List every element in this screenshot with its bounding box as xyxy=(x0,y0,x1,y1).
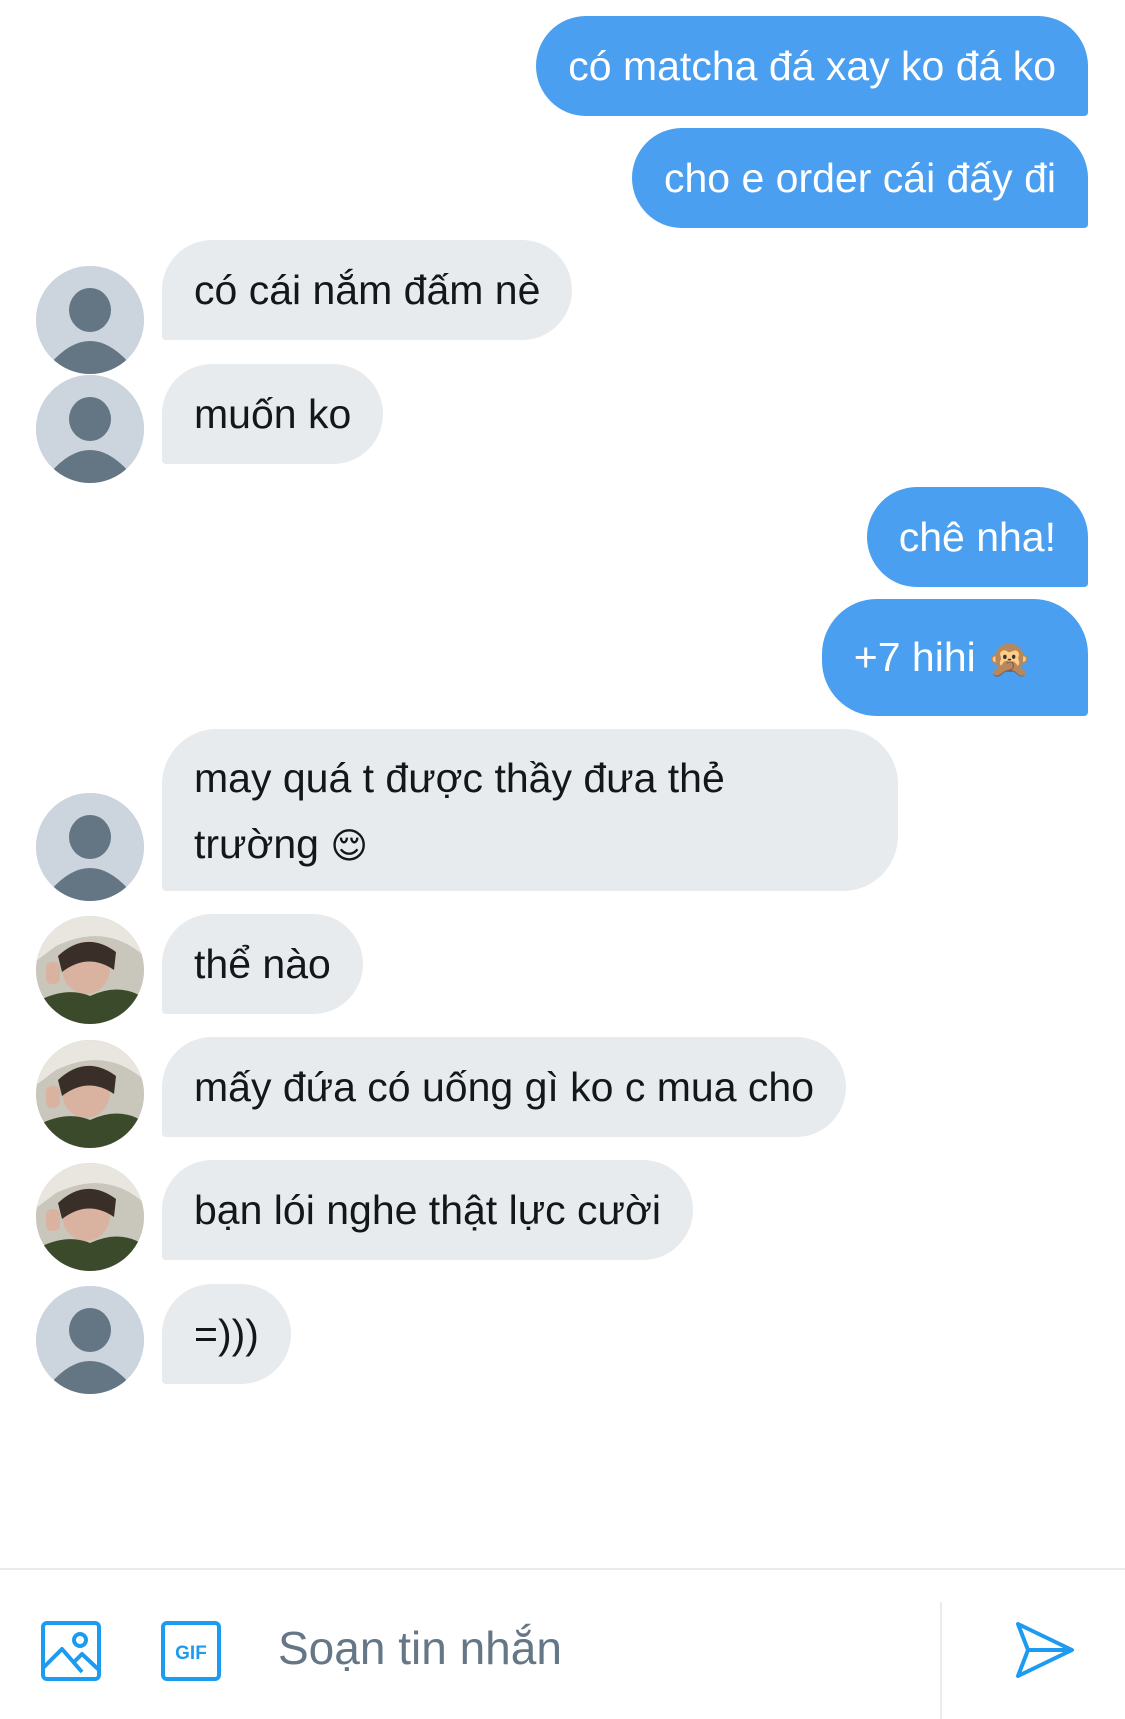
gif-icon: GIF xyxy=(161,1621,221,1681)
default-profile-icon xyxy=(36,1286,144,1394)
message-text: +7 hihi xyxy=(853,634,976,680)
default-avatar[interactable] xyxy=(36,793,144,901)
incoming-message[interactable]: có cái nắm đấm nè xyxy=(162,240,573,340)
photo-avatar[interactable] xyxy=(36,1163,144,1271)
incoming-message[interactable]: mấy đứa có uống gì ko c mua cho xyxy=(162,1037,847,1137)
incoming-message[interactable]: muốn ko xyxy=(162,364,384,464)
monkey-emoji-icon: 🙊 xyxy=(987,639,1032,680)
message-text: cho e order cái đấy đi xyxy=(663,155,1056,201)
default-avatar[interactable] xyxy=(36,1286,144,1394)
incoming-message[interactable]: may quá t được thầy đưa thẻ trường 😌 xyxy=(162,729,898,891)
outgoing-message[interactable]: có matcha đá xay ko đá ko xyxy=(536,16,1088,116)
message-composer: GIF xyxy=(0,1568,1125,1719)
send-icon xyxy=(1016,1622,1074,1678)
composer-divider xyxy=(940,1602,942,1719)
default-avatar[interactable] xyxy=(36,266,144,374)
message-input[interactable] xyxy=(278,1618,918,1678)
incoming-message[interactable]: bạn lói nghe thật lực cười xyxy=(162,1160,693,1260)
outgoing-message[interactable]: chê nha! xyxy=(866,487,1088,587)
photo-avatar[interactable] xyxy=(36,916,144,1024)
message-text: có cái nắm đấm nè xyxy=(194,267,541,313)
message-text-line: trường xyxy=(194,821,319,867)
message-text: mấy đứa có uống gì ko c mua cho xyxy=(194,1064,815,1110)
relieved-face-emoji-icon: 😌 xyxy=(330,826,368,867)
default-profile-icon xyxy=(36,375,144,483)
message-text: thể nào xyxy=(194,941,331,987)
outgoing-message[interactable]: cho e order cái đấy đi xyxy=(631,128,1088,228)
default-profile-icon xyxy=(36,793,144,901)
gif-label: GIF xyxy=(175,1643,207,1664)
gif-button[interactable]: GIF xyxy=(160,1620,222,1682)
message-text: muốn ko xyxy=(194,391,352,437)
profile-photo-icon xyxy=(36,916,144,1024)
message-text: =))) xyxy=(194,1311,259,1357)
message-text: chê nha! xyxy=(898,514,1056,560)
image-icon xyxy=(41,1621,101,1681)
profile-photo-icon xyxy=(36,1163,144,1271)
add-media-button[interactable] xyxy=(40,1620,102,1682)
profile-photo-icon xyxy=(36,1040,144,1148)
incoming-message[interactable]: thể nào xyxy=(162,914,363,1014)
message-thread: có matcha đá xay ko đá ko cho e order cá… xyxy=(0,0,1125,1568)
incoming-message[interactable]: =))) xyxy=(162,1284,291,1384)
message-text-line: may quá t được thầy đưa thẻ xyxy=(194,755,725,801)
outgoing-message[interactable]: +7 hihi 🙊 xyxy=(821,599,1088,716)
message-text: có matcha đá xay ko đá ko xyxy=(568,43,1056,89)
photo-avatar[interactable] xyxy=(36,1040,144,1148)
default-profile-icon xyxy=(36,266,144,374)
message-text: bạn lói nghe thật lực cười xyxy=(194,1187,661,1233)
default-avatar[interactable] xyxy=(36,375,144,483)
send-button[interactable] xyxy=(1012,1618,1076,1682)
